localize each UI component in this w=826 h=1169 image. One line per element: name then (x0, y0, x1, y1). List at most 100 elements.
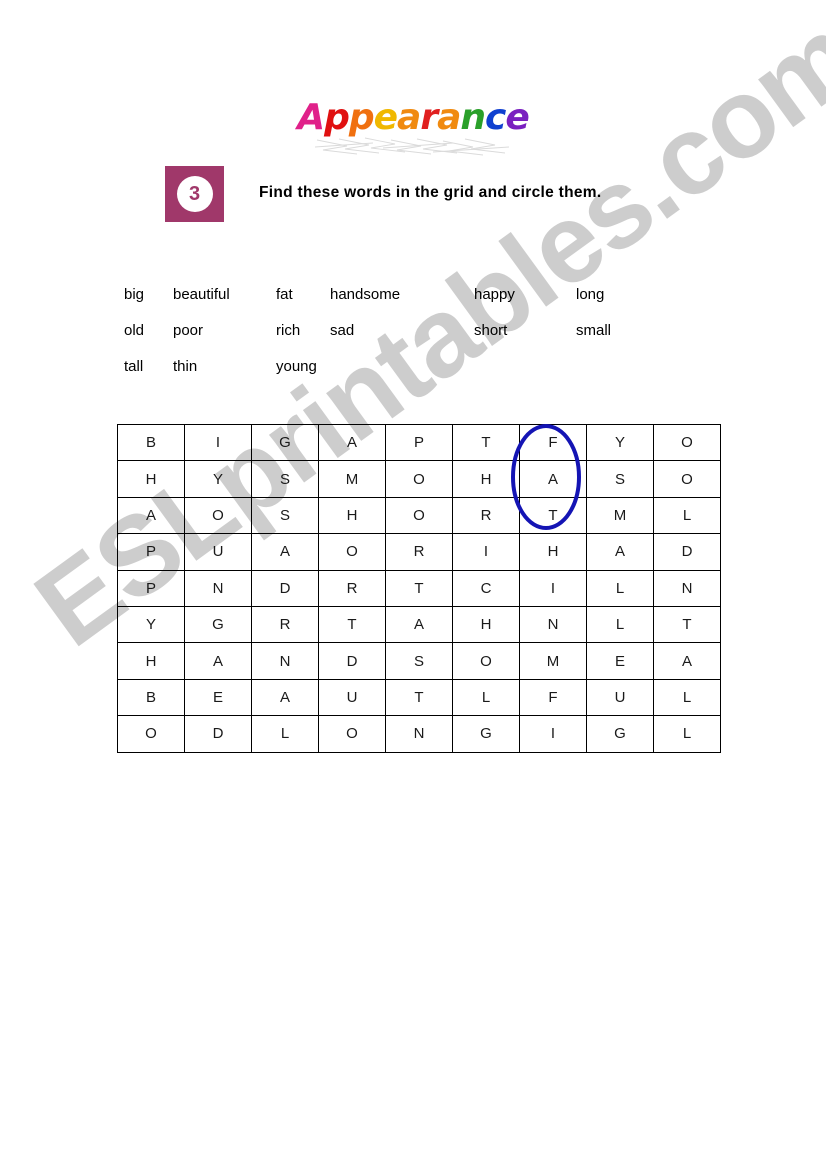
grid-cell-r8c3[interactable]: A (251, 678, 319, 717)
grid-cell-r1c6[interactable]: T (452, 423, 520, 462)
grid-row: ODLONGIGL (117, 715, 721, 753)
grid-cell-r7c2[interactable]: A (184, 642, 252, 680)
grid-cell-r7c5[interactable]: S (385, 642, 453, 680)
grid-cell-r7c3[interactable]: N (251, 642, 319, 680)
grid-cell-r6c3[interactable]: R (251, 605, 319, 644)
grid-cell-r6c1[interactable]: Y (117, 605, 185, 644)
grid-cell-r2c5[interactable]: O (385, 460, 453, 498)
grid-cell-r8c2[interactable]: E (184, 678, 252, 717)
grid-cell-r1c3[interactable]: G (251, 423, 319, 462)
grid-cell-r3c8[interactable]: M (586, 496, 654, 535)
grid-cell-r9c2[interactable]: D (184, 715, 252, 753)
title-letter-3: e (373, 97, 398, 138)
grid-cell-r9c8[interactable]: G (586, 715, 654, 753)
grid-cell-r6c6[interactable]: H (452, 605, 520, 644)
word-search-grid: BIGAPTFYOHYSMOHASOAOSHORTMLPUAORIHADPNDR… (117, 423, 721, 753)
grid-cell-r5c4[interactable]: R (318, 569, 386, 607)
grid-cell-r7c4[interactable]: D (318, 642, 386, 680)
grid-cell-r1c9[interactable]: O (653, 423, 721, 462)
grid-row: HANDSOMEA (117, 642, 721, 680)
grid-cell-r4c9[interactable]: D (653, 533, 721, 571)
grid-cell-r5c6[interactable]: C (452, 569, 520, 607)
grid-cell-r3c9[interactable]: L (653, 496, 721, 535)
grid-cell-r4c2[interactable]: U (184, 533, 252, 571)
grid-cell-r2c2[interactable]: Y (184, 460, 252, 498)
grid-cell-r4c7[interactable]: H (519, 533, 587, 571)
grid-cell-r6c7[interactable]: N (519, 605, 587, 644)
grid-cell-r3c1[interactable]: A (117, 496, 185, 535)
title-letter-4: a (397, 97, 421, 138)
grid-cell-r5c7[interactable]: I (519, 569, 587, 607)
grid-cell-r7c6[interactable]: O (452, 642, 520, 680)
grid-cell-r8c6[interactable]: L (452, 678, 520, 717)
word-list-row: big beautiful fat handsome happy long (0, 286, 826, 322)
word-item-young: young (276, 358, 317, 375)
grid-cell-r3c7[interactable]: T (519, 496, 587, 535)
grid-cell-r9c3[interactable]: L (251, 715, 319, 753)
word-item-long: long (576, 286, 605, 303)
grid-cell-r4c5[interactable]: R (385, 533, 453, 571)
grid-cell-r8c8[interactable]: U (586, 678, 654, 717)
grid-cell-r9c7[interactable]: I (519, 715, 587, 753)
grid-cell-r4c4[interactable]: O (318, 533, 386, 571)
grid-cell-r5c2[interactable]: N (184, 569, 252, 607)
grid-cell-r1c7[interactable]: F (519, 423, 587, 462)
grid-cell-r7c1[interactable]: H (117, 642, 185, 680)
grid-cell-r7c9[interactable]: A (653, 642, 721, 680)
grid-cell-r9c6[interactable]: G (452, 715, 520, 753)
grid-cell-r5c8[interactable]: L (586, 569, 654, 607)
grid-cell-r8c5[interactable]: T (385, 678, 453, 717)
title-letter-6: a (437, 97, 461, 138)
grid-cell-r3c5[interactable]: O (385, 496, 453, 535)
title-letter-7: n (460, 97, 486, 138)
grid-cell-r6c2[interactable]: G (184, 605, 252, 644)
grid-cell-r5c5[interactable]: T (385, 569, 453, 607)
grid-cell-r9c4[interactable]: O (318, 715, 386, 753)
grid-cell-r2c6[interactable]: H (452, 460, 520, 498)
grid-cell-r2c9[interactable]: O (653, 460, 721, 498)
grid-cell-r7c7[interactable]: M (519, 642, 587, 680)
grid-cell-r6c9[interactable]: T (653, 605, 721, 644)
grid-cell-r2c4[interactable]: M (318, 460, 386, 498)
grid-cell-r3c3[interactable]: S (251, 496, 319, 535)
title-letter-5: r (420, 97, 438, 138)
grid-cell-r3c6[interactable]: R (452, 496, 520, 535)
grid-cell-r1c5[interactable]: P (385, 423, 453, 462)
word-item-sad: sad (330, 322, 355, 339)
grid-cell-r4c1[interactable]: P (117, 533, 185, 571)
grid-cell-r1c4[interactable]: A (318, 423, 386, 462)
grid-cell-r3c4[interactable]: H (318, 496, 386, 535)
grid-cell-r1c2[interactable]: I (184, 423, 252, 462)
grid-cell-r4c3[interactable]: A (251, 533, 319, 571)
grid-cell-r2c7[interactable]: A (519, 460, 587, 498)
grid-cell-r8c4[interactable]: U (318, 678, 386, 717)
grid-cell-r4c6[interactable]: I (452, 533, 520, 571)
word-item-rich: rich (276, 322, 301, 339)
grid-cell-r9c1[interactable]: O (117, 715, 185, 753)
grid-cell-r1c1[interactable]: B (117, 423, 185, 462)
grid-cell-r8c7[interactable]: F (519, 678, 587, 717)
grid-cell-r9c9[interactable]: L (653, 715, 721, 753)
grid-cell-r2c1[interactable]: H (117, 460, 185, 498)
grid-row: BIGAPTFYO (117, 423, 721, 462)
grid-cell-r6c4[interactable]: T (318, 605, 386, 644)
grid-cell-r1c8[interactable]: Y (586, 423, 654, 462)
grid-cell-r2c8[interactable]: S (586, 460, 654, 498)
grid-cell-r6c5[interactable]: A (385, 605, 453, 644)
grid-cell-r7c8[interactable]: E (586, 642, 654, 680)
worksheet-page: ESLprintables.com Appearance 3 Find thes… (0, 0, 826, 1169)
word-item-handsome: handsome (330, 286, 401, 303)
grid-cell-r2c3[interactable]: S (251, 460, 319, 498)
word-item-tall: tall (124, 358, 144, 375)
grid-cell-r5c1[interactable]: P (117, 569, 185, 607)
grid-row: PUAORIHAD (117, 533, 721, 571)
word-item-happy: happy (474, 286, 515, 303)
grid-cell-r5c3[interactable]: D (251, 569, 319, 607)
grid-cell-r4c8[interactable]: A (586, 533, 654, 571)
grid-cell-r8c9[interactable]: L (653, 678, 721, 717)
grid-cell-r3c2[interactable]: O (184, 496, 252, 535)
grid-cell-r5c9[interactable]: N (653, 569, 721, 607)
grid-cell-r8c1[interactable]: B (117, 678, 185, 717)
grid-cell-r9c5[interactable]: N (385, 715, 453, 753)
grid-cell-r6c8[interactable]: L (586, 605, 654, 644)
